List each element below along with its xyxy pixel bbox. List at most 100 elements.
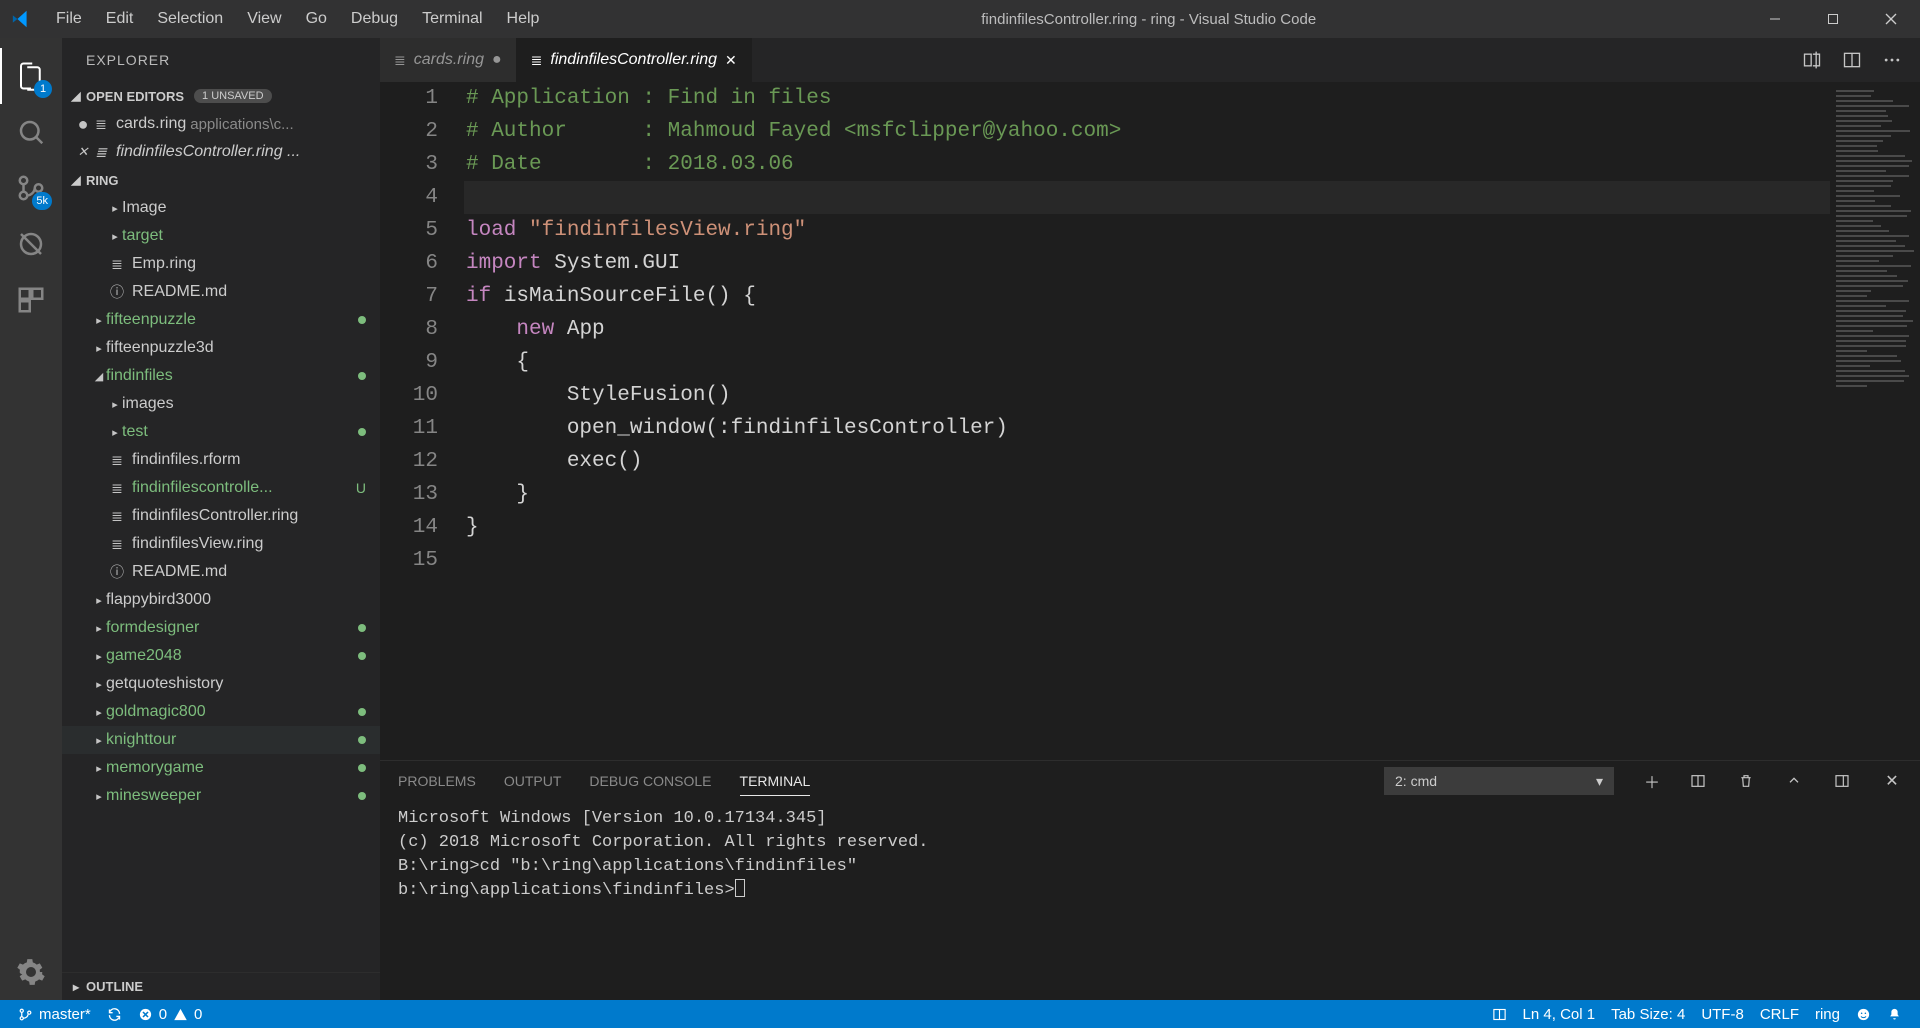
- tab-cards[interactable]: ≣ cards.ring ●: [380, 38, 517, 82]
- menu-selection[interactable]: Selection: [145, 10, 235, 28]
- file-item[interactable]: ≣findinfilescontrolle...U: [62, 474, 380, 502]
- menu-file[interactable]: File: [44, 10, 94, 28]
- folder-item[interactable]: ▸fifteenpuzzle3d: [62, 334, 380, 362]
- tab-findinfiles[interactable]: ≣ findinfilesController.ring ✕: [517, 38, 752, 82]
- menu-edit[interactable]: Edit: [94, 10, 146, 28]
- tree-item-label: test: [122, 423, 148, 441]
- more-icon[interactable]: [1882, 50, 1902, 70]
- activity-settings[interactable]: [0, 944, 62, 1000]
- status-branch[interactable]: master*: [10, 1006, 99, 1023]
- code-line[interactable]: open_window(:findinfilesController): [466, 412, 1830, 445]
- code-line[interactable]: }: [466, 478, 1830, 511]
- terminal-body[interactable]: Microsoft Windows [Version 10.0.17134.34…: [380, 801, 1920, 1000]
- maximize-panel-icon[interactable]: [1786, 773, 1806, 789]
- panel-tab-problems[interactable]: PROBLEMS: [398, 773, 476, 789]
- outline-header[interactable]: ▸ OUTLINE: [62, 972, 380, 1000]
- folder-item[interactable]: ▸Image: [62, 194, 380, 222]
- minimap[interactable]: [1830, 82, 1920, 760]
- folder-item[interactable]: ▸fifteenpuzzle: [62, 306, 380, 334]
- folder-item[interactable]: ▸knighttour: [62, 726, 380, 754]
- code-line[interactable]: [466, 544, 1830, 577]
- file-item[interactable]: ⓘREADME.md: [62, 558, 380, 586]
- folder-item[interactable]: ▸memorygame: [62, 754, 380, 782]
- code-line[interactable]: {: [466, 346, 1830, 379]
- status-tab-size[interactable]: Tab Size: 4: [1603, 1006, 1693, 1023]
- panel-tabs: PROBLEMS OUTPUT DEBUG CONSOLE TERMINAL 2…: [380, 761, 1920, 801]
- folder-item[interactable]: ▸target: [62, 222, 380, 250]
- folder-item[interactable]: ▸goldmagic800: [62, 698, 380, 726]
- new-terminal-icon[interactable]: ＋: [1642, 769, 1662, 793]
- minimize-button[interactable]: [1746, 0, 1804, 38]
- code-line[interactable]: [464, 181, 1830, 214]
- workspace-header[interactable]: ◢ RING: [62, 166, 380, 194]
- close-icon[interactable]: ✕: [74, 144, 92, 160]
- folder-item[interactable]: ▸images: [62, 390, 380, 418]
- code-line[interactable]: if isMainSourceFile() {: [466, 280, 1830, 313]
- menu-help[interactable]: Help: [495, 10, 552, 28]
- move-panel-icon[interactable]: [1834, 773, 1854, 789]
- file-item[interactable]: ≣findinfilesView.ring: [62, 530, 380, 558]
- code-line[interactable]: exec(): [466, 445, 1830, 478]
- chevron-right-icon: ▸: [92, 594, 106, 607]
- activity-debug[interactable]: [0, 216, 62, 272]
- close-icon[interactable]: ✕: [725, 52, 737, 69]
- open-editor-item[interactable]: ● ≣ cards.ring applications\c...: [62, 110, 380, 138]
- code-line[interactable]: }: [466, 511, 1830, 544]
- status-preview[interactable]: [1484, 1007, 1515, 1022]
- gutter: 123456789101112131415: [380, 82, 466, 760]
- status-feedback[interactable]: [1848, 1007, 1879, 1022]
- editor-body[interactable]: 123456789101112131415 # Application : Fi…: [380, 82, 1920, 760]
- code-line[interactable]: new App: [466, 313, 1830, 346]
- file-item[interactable]: ≣findinfiles.rform: [62, 446, 380, 474]
- file-item[interactable]: ≣Emp.ring: [62, 250, 380, 278]
- status-encoding[interactable]: UTF-8: [1693, 1006, 1752, 1023]
- menu-view[interactable]: View: [235, 10, 293, 28]
- kill-terminal-icon[interactable]: [1738, 773, 1758, 789]
- code[interactable]: # Application : Find in files# Author : …: [466, 82, 1830, 760]
- split-terminal-icon[interactable]: [1690, 773, 1710, 789]
- folder-item[interactable]: ▸game2048: [62, 642, 380, 670]
- file-item[interactable]: ≣findinfilesController.ring: [62, 502, 380, 530]
- activity-search[interactable]: [0, 104, 62, 160]
- chevron-down-icon: ◢: [68, 89, 84, 103]
- status-eol[interactable]: CRLF: [1752, 1006, 1807, 1023]
- menu-debug[interactable]: Debug: [339, 10, 410, 28]
- code-line[interactable]: # Author : Mahmoud Fayed <msfclipper@yah…: [466, 115, 1830, 148]
- panel-tab-output[interactable]: OUTPUT: [504, 773, 562, 789]
- activity-explorer[interactable]: 1: [0, 48, 62, 104]
- status-sync[interactable]: [99, 1007, 130, 1022]
- folder-item[interactable]: ▸formdesigner: [62, 614, 380, 642]
- split-editor-icon[interactable]: [1842, 50, 1862, 70]
- line-number: 11: [380, 412, 438, 445]
- folder-item[interactable]: ▸flappybird3000: [62, 586, 380, 614]
- panel-tab-terminal[interactable]: TERMINAL: [740, 773, 811, 796]
- folder-item[interactable]: ◢findinfiles: [62, 362, 380, 390]
- close-panel-icon[interactable]: ✕: [1882, 771, 1902, 791]
- panel-tab-debug[interactable]: DEBUG CONSOLE: [589, 773, 711, 789]
- code-line[interactable]: load "findinfilesView.ring": [466, 214, 1830, 247]
- activity-extensions[interactable]: [0, 272, 62, 328]
- maximize-button[interactable]: [1804, 0, 1862, 38]
- activity-scm[interactable]: 5k: [0, 160, 62, 216]
- code-line[interactable]: StyleFusion(): [466, 379, 1830, 412]
- status-bell[interactable]: [1879, 1007, 1910, 1022]
- menu-go[interactable]: Go: [294, 10, 339, 28]
- code-line[interactable]: # Application : Find in files: [466, 82, 1830, 115]
- status-line-col[interactable]: Ln 4, Col 1: [1515, 1006, 1604, 1023]
- code-line[interactable]: import System.GUI: [466, 247, 1830, 280]
- compare-icon[interactable]: [1802, 50, 1822, 70]
- minimap-line: [1836, 175, 1909, 177]
- folder-item[interactable]: ▸minesweeper: [62, 782, 380, 810]
- file-item[interactable]: ⓘREADME.md: [62, 278, 380, 306]
- terminal-selector[interactable]: 2: cmd ▾: [1384, 767, 1614, 795]
- file-icon: ≣: [108, 256, 126, 273]
- close-button[interactable]: [1862, 0, 1920, 38]
- menu-terminal[interactable]: Terminal: [410, 10, 494, 28]
- status-lang[interactable]: ring: [1807, 1006, 1848, 1023]
- open-editors-header[interactable]: ◢ OPEN EDITORS 1 UNSAVED: [62, 82, 380, 110]
- code-line[interactable]: # Date : 2018.03.06: [466, 148, 1830, 181]
- folder-item[interactable]: ▸getquoteshistory: [62, 670, 380, 698]
- folder-item[interactable]: ▸test: [62, 418, 380, 446]
- open-editor-item[interactable]: ✕ ≣ findinfilesController.ring ...: [62, 138, 380, 166]
- status-errors[interactable]: 0 0: [130, 1006, 211, 1023]
